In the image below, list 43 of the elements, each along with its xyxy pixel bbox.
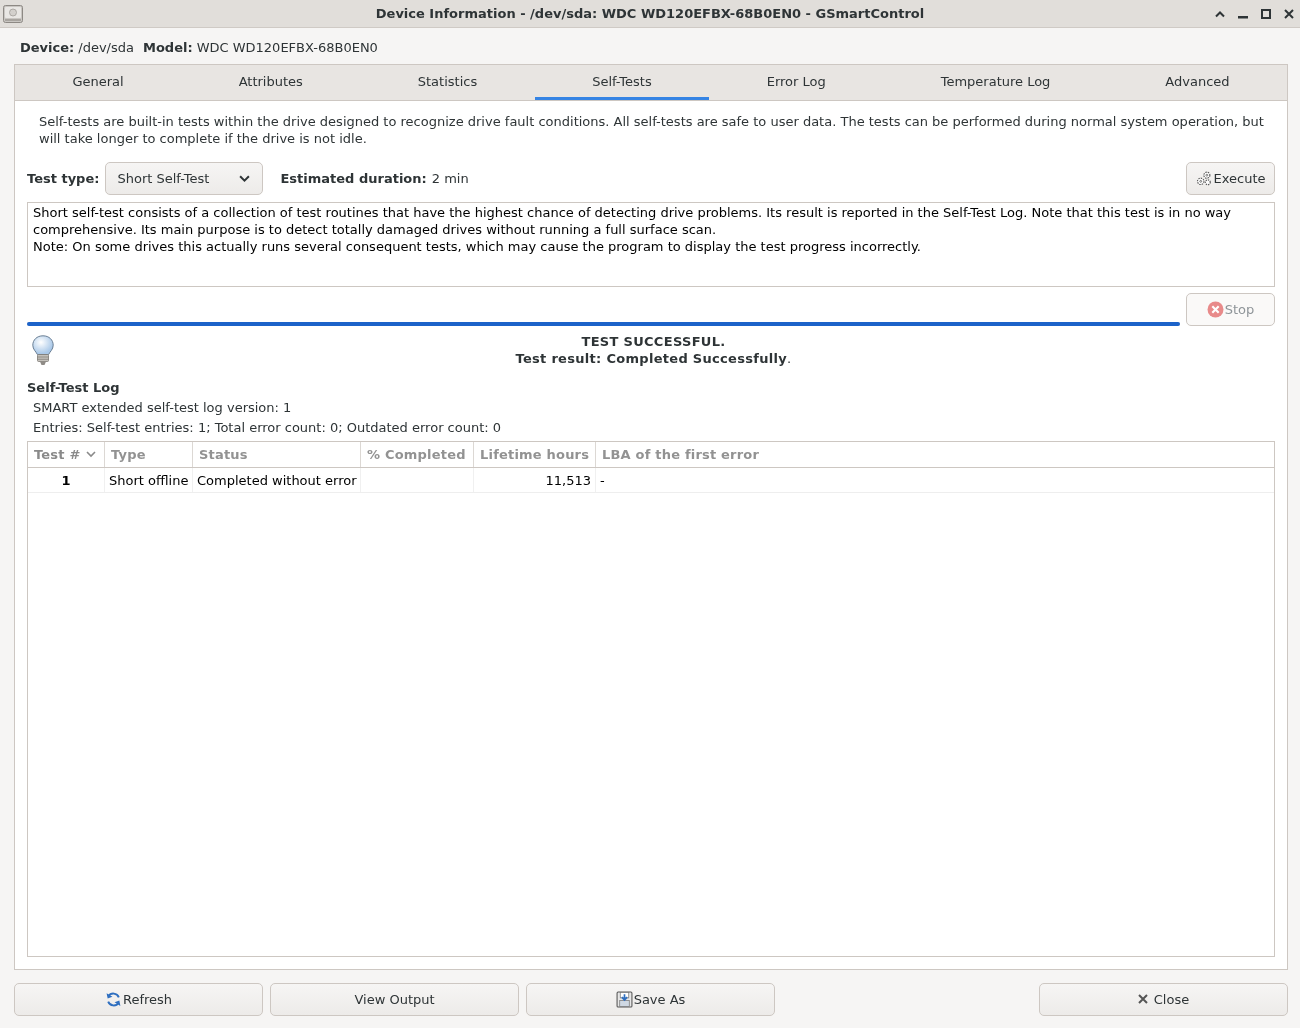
result-headline: TEST SUCCESSFUL.	[580, 333, 727, 350]
result-detail: Test result: Completed Successfully.	[514, 350, 793, 367]
view-output-button[interactable]: View Output	[270, 982, 519, 1016]
gears-icon	[1195, 170, 1213, 187]
table-cell: 1	[28, 468, 105, 492]
log-title: Self-Test Log	[27, 379, 121, 396]
log-version: SMART extended self-test log version: 1	[33, 400, 293, 416]
chevron-down-icon	[239, 174, 251, 183]
device-value: /dev/sda	[78, 40, 134, 55]
table-cell-text: -	[599, 471, 606, 490]
tab[interactable]: General	[15, 65, 182, 100]
tab[interactable]: Statistics	[360, 65, 535, 100]
duration-value: 2 min	[431, 171, 469, 186]
duration-label: Estimated duration:	[280, 171, 427, 186]
execute-button[interactable]: Execute	[1186, 162, 1275, 195]
table-cell: 11,513	[474, 468, 596, 492]
test-type-label: Test type:	[27, 171, 100, 186]
description-text-area[interactable]: Short self-test consists of a collection of test routines that have the highest chance of detecting drive problems. Its result is reported in the Self-Test Log. Note that this test is in no way comprehensive. Its main purpose is to detect totally damaged drives without running a full surface scan. Note: On some drives this actually runs several consequent tests, which may cause the program to display the test progress incorrectly.	[27, 202, 1275, 287]
save-as-button[interactable]: Save As	[526, 982, 775, 1016]
close-icon[interactable]	[1284, 8, 1294, 19]
table-row[interactable]: 1 Short offline Completed without error 11,513 -	[28, 468, 1274, 493]
window-title: Device Information - /dev/sda: WDC WD120EFBX-68B0EN0 - GSmartControl	[375, 6, 925, 21]
maximize-icon[interactable]	[1261, 8, 1271, 19]
chevron-down-icon	[85, 451, 96, 458]
tab[interactable]: Attributes	[181, 65, 361, 100]
refresh-button[interactable]: Refresh	[14, 982, 263, 1016]
lightbulb-icon	[32, 335, 54, 366]
tab[interactable]: Error Log	[709, 65, 884, 100]
table-cell: Short offline	[105, 468, 193, 492]
close-icon	[1137, 994, 1148, 1004]
close-button[interactable]: Close	[1039, 982, 1288, 1016]
model-label: Model:	[142, 40, 193, 55]
model-value: WDC WD120EFBX-68B0EN0	[196, 40, 378, 55]
log-entries: Entries: Self-test entries: 1; Total error count: 0; Outdated error count: 0	[33, 420, 503, 436]
stop-icon	[1206, 301, 1224, 318]
refresh-icon	[104, 990, 122, 1008]
table-cell: Completed without error	[193, 468, 361, 492]
tab[interactable]: Advanced	[1107, 65, 1287, 100]
tab[interactable]: Temperature Log	[883, 65, 1108, 100]
save-icon	[615, 990, 633, 1008]
intro-text: Self-tests are built-in tests within the drive designed to recognize drive fault conditions. All self-tests are safe to user data. The tests can be performed during normal system operation, but will take longer to complete if the drive is not idle.	[39, 113, 1265, 147]
device-label: Device:	[20, 40, 75, 55]
test-type-dropdown[interactable]: Short Self-Test	[105, 162, 264, 195]
